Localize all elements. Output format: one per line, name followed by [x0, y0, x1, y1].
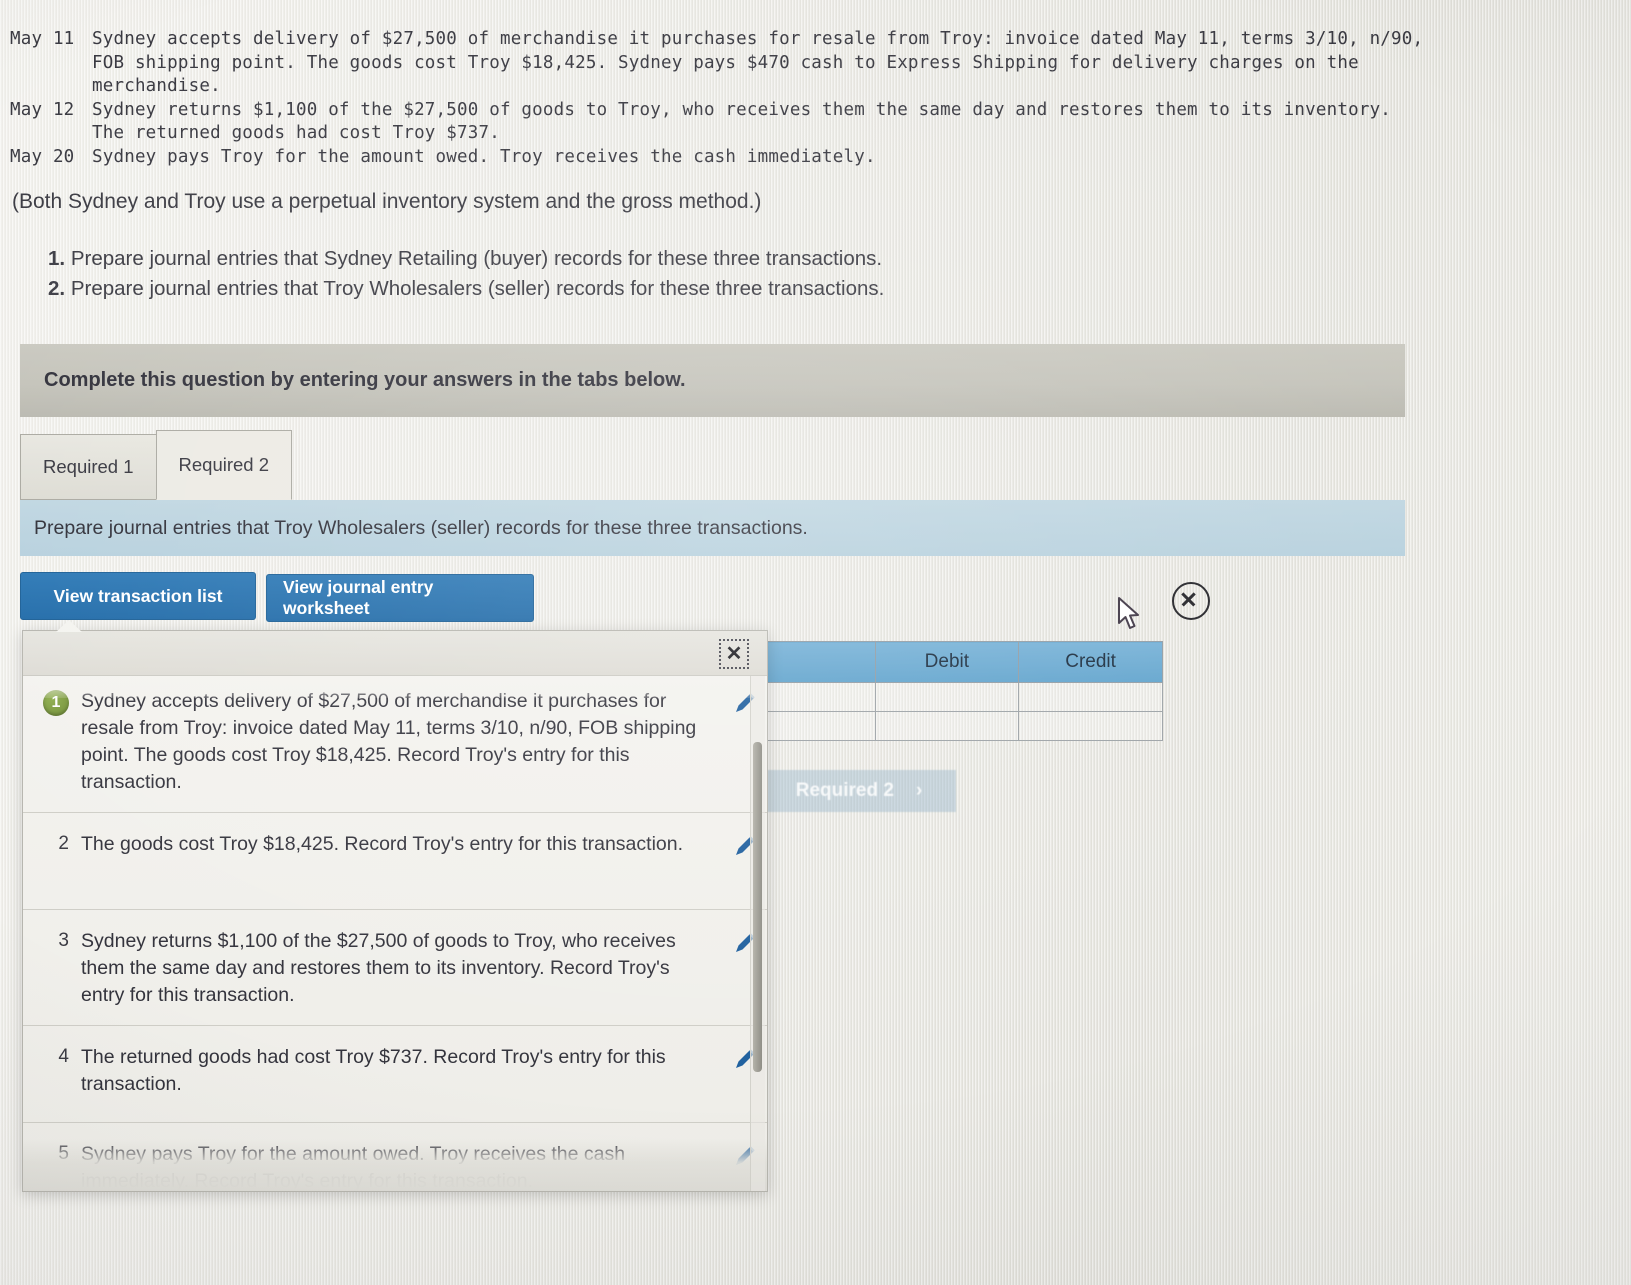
transaction-text: The returned goods had cost Troy $737. R… [81, 1046, 666, 1095]
transaction-list-item[interactable]: 5 Sydney pays Troy for the amount owed. … [23, 1123, 767, 1191]
close-icon-glyph: ✕ [725, 643, 743, 665]
worksheet-col-credit: Credit [1018, 641, 1163, 683]
transaction-text: Sydney pays Troy for the amount owed. Tr… [81, 1143, 626, 1191]
required-2-next-label: Required 2 [795, 780, 894, 801]
requirements-list: 1. Prepare journal entries that Sydney R… [48, 244, 884, 304]
narrative-row: May 11 Sydney accepts delivery of $27,50… [10, 28, 1430, 99]
narrative-text: Sydney returns $1,100 of the $27,500 of … [92, 99, 1392, 144]
chevron-right-icon: › [915, 780, 923, 801]
mouse-cursor [1118, 597, 1139, 629]
transaction-index: 3 [58, 930, 69, 951]
worksheet-row[interactable] [763, 711, 1163, 741]
view-transaction-list-button[interactable]: View transaction list [20, 572, 256, 620]
requirement-text: Prepare journal entries that Troy Wholes… [70, 277, 885, 300]
requirement-number: 1. [48, 247, 66, 270]
requirement-item: 1. Prepare journal entries that Sydney R… [48, 244, 884, 274]
transaction-list-modal: ✕ 1 Sydney accepts delivery of $27,500 o… [22, 630, 768, 1192]
narrative-date: May 20 [10, 146, 75, 167]
sub-instruction-bar: Prepare journal entries that Troy Wholes… [20, 500, 1405, 556]
transaction-list-item[interactable]: 4 The returned goods had cost Troy $737.… [23, 1026, 767, 1123]
narrative-text: Sydney pays Troy for the amount owed. Tr… [92, 146, 876, 167]
worksheet-cell-account[interactable] [763, 711, 876, 741]
worksheet-header-row: Debit Credit [763, 641, 1163, 683]
requirement-number: 2. [48, 277, 66, 300]
transaction-list-body[interactable]: 1 Sydney accepts delivery of $27,500 of … [23, 676, 767, 1191]
transaction-list-item[interactable]: 3 Sydney returns $1,100 of the $27,500 o… [23, 910, 767, 1026]
tab-required-2[interactable]: Required 2 [155, 430, 293, 500]
view-journal-entry-worksheet-label: View journal entry worksheet [283, 577, 434, 618]
requirement-text: Prepare journal entries that Sydney Reta… [70, 247, 883, 270]
narrative-date: May 12 [10, 99, 75, 120]
worksheet-cell-debit[interactable] [874, 682, 1020, 712]
transaction-text: Sydney returns $1,100 of the $27,500 of … [81, 930, 676, 1006]
required-tabs: Required 1 Required 2 [20, 430, 293, 500]
requirement-item: 2. Prepare journal entries that Troy Who… [48, 274, 884, 304]
modal-scrollbar-thumb[interactable] [753, 742, 762, 1072]
transaction-list-item[interactable]: 1 Sydney accepts delivery of $27,500 of … [23, 676, 767, 813]
narrative-text: Sydney accepts delivery of $27,500 of me… [92, 29, 1424, 96]
tab-required-2-label: Required 2 [178, 454, 270, 475]
close-icon[interactable]: ✕ [719, 639, 749, 669]
worksheet-cell-debit[interactable] [874, 711, 1020, 741]
worksheet-cell-credit[interactable] [1018, 682, 1163, 712]
transaction-index: 5 [58, 1143, 69, 1164]
worksheet-cell-credit[interactable] [1018, 711, 1163, 741]
instruction-banner-text: Complete this question by entering your … [44, 369, 686, 391]
required-2-next-button[interactable]: Required 2 › [762, 770, 956, 812]
transaction-list-item[interactable]: 2 The goods cost Troy $18,425. Record Tr… [23, 813, 767, 910]
view-transaction-list-label: View transaction list [53, 585, 223, 606]
transaction-index: 4 [58, 1046, 69, 1067]
transaction-index: 2 [58, 833, 69, 854]
transaction-text: Sydney accepts delivery of $27,500 of me… [81, 690, 697, 793]
tab-required-1-label: Required 1 [43, 456, 134, 477]
worksheet-col-debit: Debit [874, 641, 1020, 683]
worksheet-row[interactable] [763, 682, 1163, 712]
transaction-number-badge: 1 [43, 690, 69, 716]
narrative-row: May 12 Sydney returns $1,100 of the $27,… [10, 99, 1430, 146]
modal-scrollbar[interactable] [750, 676, 765, 1191]
worksheet-col-account [763, 641, 876, 683]
transaction-index: 1 [23, 688, 81, 716]
instruction-banner: Complete this question by entering your … [20, 344, 1405, 417]
view-journal-entry-worksheet-button[interactable]: View journal entry worksheet [266, 574, 534, 622]
narrative-date: May 11 [10, 29, 75, 49]
modal-pointer-caret [56, 620, 82, 632]
modal-header: ✕ [23, 631, 767, 676]
tab-required-1[interactable]: Required 1 [20, 434, 156, 500]
narrative-row: May 20 Sydney pays Troy for the amount o… [10, 146, 1430, 170]
journal-entry-worksheet-table: Debit Credit [763, 641, 1163, 741]
inventory-method-note: (Both Sydney and Troy use a perpetual in… [12, 190, 762, 213]
sub-instruction-text: Prepare journal entries that Troy Wholes… [34, 516, 808, 539]
close-circle-icon[interactable] [1172, 582, 1210, 620]
transaction-narrative: May 11 Sydney accepts delivery of $27,50… [10, 28, 1430, 169]
transaction-text: The goods cost Troy $18,425. Record Troy… [81, 833, 684, 855]
worksheet-cell-account[interactable] [763, 682, 876, 712]
